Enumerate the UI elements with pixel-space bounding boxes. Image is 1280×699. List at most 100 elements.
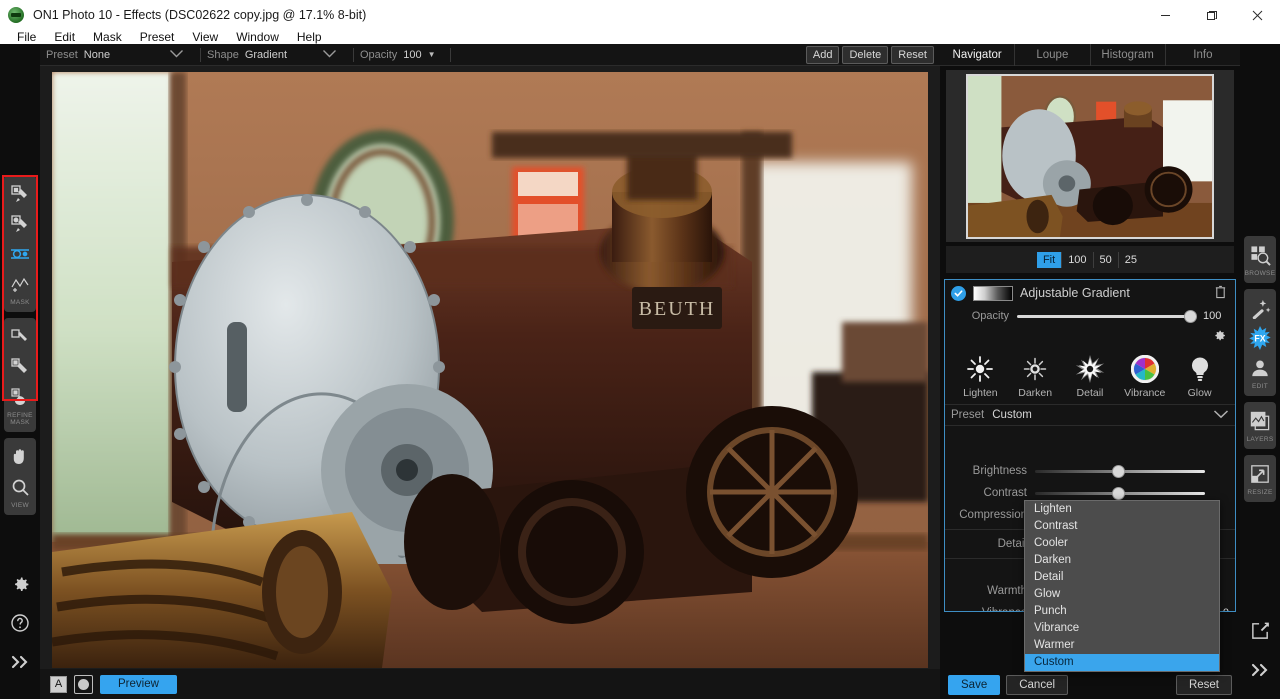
window-title: ON1 Photo 10 - Effects (DSC02622 copy.jp… — [33, 8, 367, 22]
layers-icon[interactable] — [1245, 406, 1275, 436]
menu-help[interactable]: Help — [288, 30, 331, 44]
left-rail-bottom — [0, 569, 40, 677]
effect-vibrance-label: Vibrance — [1124, 387, 1166, 399]
slider-detail-label: Detail — [997, 538, 1027, 550]
zoom-100-button[interactable]: 100 — [1062, 251, 1094, 268]
menu-preset[interactable]: Preset — [131, 30, 184, 44]
module-edit-label: EDIT — [1251, 383, 1268, 390]
tab-info[interactable]: Info — [1164, 43, 1240, 66]
zoom-50-button[interactable]: 50 — [1094, 251, 1119, 268]
sun-dark-icon — [1010, 352, 1060, 386]
reset-button[interactable]: Reset — [1175, 675, 1232, 695]
svg-text:FX: FX — [1254, 334, 1265, 344]
zoom-25-button[interactable]: 25 — [1119, 252, 1143, 268]
dropdown-option-glow[interactable]: Glow — [1025, 586, 1219, 603]
dropdown-option-lighten[interactable]: Lighten — [1025, 501, 1219, 518]
lightbulb-icon — [1175, 352, 1225, 386]
menu-window[interactable]: Window — [227, 30, 288, 44]
slider-knob[interactable] — [1184, 309, 1197, 323]
resize-icon[interactable] — [1245, 459, 1275, 489]
app-logo-icon — [8, 7, 24, 23]
dropdown-option-contrast[interactable]: Contrast — [1025, 518, 1219, 535]
preset-selector[interactable]: Preset None — [40, 44, 200, 66]
soft-proof-button[interactable] — [74, 674, 93, 694]
tab-histogram[interactable]: Histogram — [1089, 43, 1165, 66]
menu-mask[interactable]: Mask — [84, 30, 131, 44]
magic-wand-icon[interactable] — [1245, 293, 1275, 323]
menu-file[interactable]: File — [8, 30, 45, 44]
masking-bug-tool[interactable] — [5, 209, 35, 239]
dropdown-option-punch[interactable]: Punch — [1025, 603, 1219, 620]
effect-detail[interactable]: Detail — [1065, 352, 1115, 399]
reset-button[interactable]: Reset — [891, 45, 934, 64]
menu-edit[interactable]: Edit — [45, 30, 84, 44]
right-panel: Navigator Loupe Histogram Info Fit 100 5… — [940, 43, 1240, 699]
settings-gear-icon[interactable] — [5, 569, 35, 599]
preview-toggle-button[interactable]: Preview — [100, 674, 177, 694]
share-icon[interactable] — [1245, 615, 1275, 645]
blur-mask-tool[interactable] — [5, 352, 35, 382]
delete-button[interactable]: Delete — [842, 45, 889, 64]
navigator-preview[interactable] — [946, 70, 1234, 242]
effect-preset-row[interactable]: Preset Custom — [945, 404, 1235, 426]
zoom-fit-button[interactable]: Fit — [1036, 251, 1063, 268]
collapse-panel-double-chevron-right-icon[interactable] — [1245, 655, 1275, 685]
effect-glow[interactable]: Glow — [1175, 352, 1225, 399]
dropdown-option-custom[interactable]: Custom — [1025, 654, 1219, 671]
chisel-mask-tool[interactable] — [5, 322, 35, 352]
panel-tabs: Navigator Loupe Histogram Info — [940, 43, 1240, 66]
caret-down-icon: ▼ — [427, 50, 436, 59]
save-button[interactable]: Save — [948, 675, 1001, 695]
effect-vibrance[interactable]: Vibrance — [1120, 352, 1170, 399]
module-group-resize: RESIZE — [1244, 455, 1276, 502]
preset-dropdown-menu[interactable]: Lighten Contrast Cooler Darken Detail Gl… — [1024, 500, 1220, 672]
image-preview[interactable]: BEUTH — [52, 72, 928, 668]
fx-burst-icon[interactable]: FX — [1245, 323, 1275, 353]
minimize-button[interactable] — [1142, 0, 1188, 30]
chevron-down-icon[interactable] — [1213, 408, 1229, 422]
shape-selector[interactable]: Shape Gradient — [201, 44, 353, 66]
close-button[interactable] — [1234, 0, 1280, 30]
effect-darken[interactable]: Darken — [1010, 352, 1060, 399]
menu-view[interactable]: View — [183, 30, 227, 44]
quick-mask-tool[interactable] — [5, 269, 35, 299]
gear-icon[interactable] — [1212, 328, 1227, 346]
cancel-button[interactable]: Cancel — [1006, 675, 1069, 695]
slider-knob[interactable] — [1111, 486, 1125, 500]
divider — [449, 47, 451, 62]
browse-icon[interactable] — [1245, 240, 1275, 270]
help-question-icon[interactable] — [5, 608, 35, 638]
slider-brightness-track[interactable] — [1035, 464, 1205, 478]
opacity-selector[interactable]: Opacity 100 ▼ — [354, 44, 442, 66]
layer-header: Adjustable Gradient — [945, 280, 1235, 306]
slider-contrast-track[interactable] — [1035, 486, 1205, 500]
effect-glow-label: Glow — [1187, 387, 1212, 399]
zoom-tool[interactable] — [5, 472, 35, 502]
pan-tool[interactable] — [5, 442, 35, 472]
dropdown-option-darken[interactable]: Darken — [1025, 552, 1219, 569]
effect-lighten[interactable]: Lighten — [955, 352, 1005, 399]
portrait-icon[interactable] — [1245, 353, 1275, 383]
add-button[interactable]: Add — [805, 45, 840, 64]
compare-toggle-button[interactable]: A — [50, 675, 67, 693]
dropdown-option-warmer[interactable]: Warmer — [1025, 637, 1219, 654]
preset-value: None — [83, 48, 111, 61]
trash-icon[interactable] — [1214, 285, 1227, 302]
slider-knob[interactable] — [1111, 464, 1125, 478]
dropdown-option-cooler[interactable]: Cooler — [1025, 535, 1219, 552]
slider-brightness[interactable]: Brightness — [945, 460, 1235, 482]
layer-opacity-slider[interactable] — [1017, 309, 1197, 323]
masking-brush-tool[interactable] — [5, 179, 35, 209]
maximize-button[interactable] — [1188, 0, 1234, 30]
tab-loupe[interactable]: Loupe — [1014, 43, 1089, 66]
layer-enabled-checkbox[interactable] — [951, 285, 966, 301]
tool-group-refine-mask: REFINE MASK — [4, 318, 36, 432]
dropdown-option-detail[interactable]: Detail — [1025, 569, 1219, 586]
refine-brush-tool[interactable] — [5, 382, 35, 412]
expand-panel-double-chevron-right-icon[interactable] — [5, 647, 35, 677]
locomotive-photo-icon: BEUTH — [52, 72, 928, 668]
module-browse-label: BROWSE — [1244, 270, 1276, 277]
dropdown-option-vibrance[interactable]: Vibrance — [1025, 620, 1219, 637]
adjustable-gradient-tool[interactable] — [5, 239, 35, 269]
tab-navigator[interactable]: Navigator — [940, 44, 1014, 66]
